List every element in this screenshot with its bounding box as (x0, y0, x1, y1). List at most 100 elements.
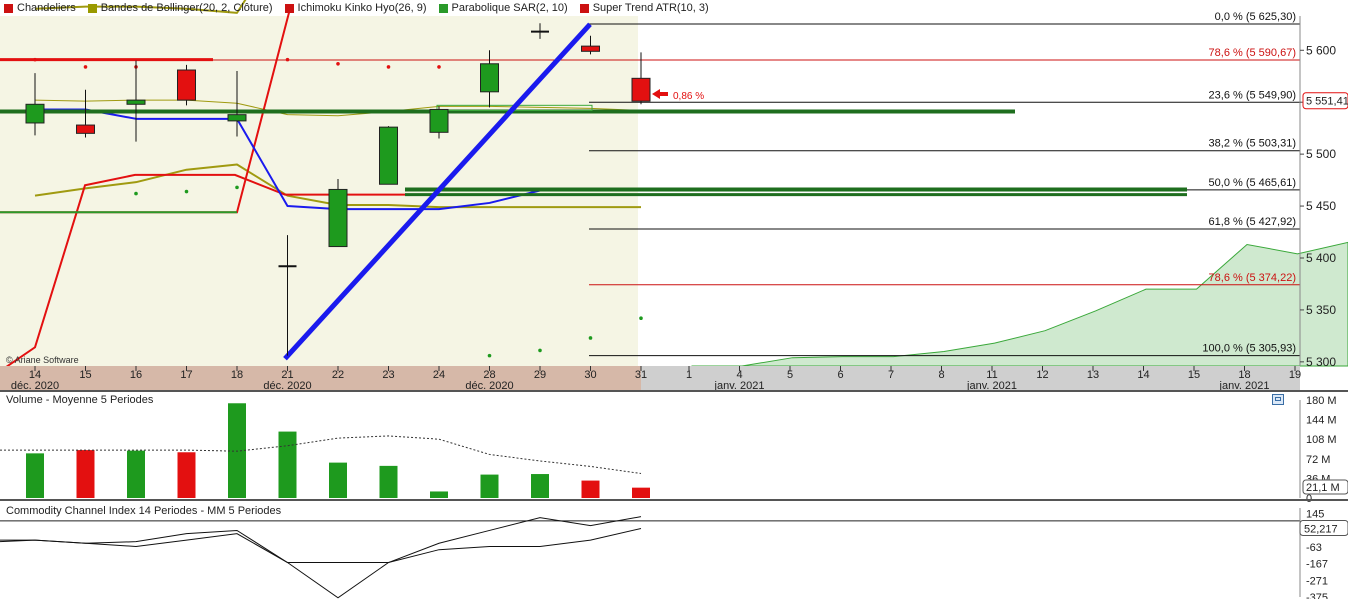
legend-item[interactable]: Ichimoku Kinko Hyo(26, 9) (281, 2, 427, 14)
x-tick-label: 19 (1289, 369, 1301, 381)
cci-last-label: 52,217 (1304, 524, 1338, 536)
change-arrow-icon (652, 89, 660, 99)
candle-body (631, 77, 651, 102)
fibonacci-label: 78,6 % (5 374,22) (1209, 272, 1296, 284)
volume-bar (278, 431, 297, 498)
volume-bar (531, 474, 549, 498)
legend-item[interactable]: Parabolique SAR(2, 10) (435, 2, 568, 14)
volume-bar (480, 474, 499, 498)
x-tick-label: 23 (382, 369, 394, 381)
legend-swatch-icon (579, 3, 589, 13)
candle-body (177, 69, 196, 101)
x-tick-label: 22 (332, 369, 344, 381)
volume-tick-label: 108 M (1306, 434, 1337, 446)
sar-dot (336, 61, 340, 66)
legend-item[interactable]: Super Trend ATR(10, 3) (576, 2, 709, 14)
x-tick-label: 7 (888, 369, 894, 381)
legend-label: Ichimoku Kinko Hyo(26, 9) (297, 2, 427, 14)
volume-bar (379, 465, 398, 498)
sar-dot (639, 316, 643, 321)
sar-dot (184, 189, 189, 194)
x-tick-label: 12 (1036, 369, 1048, 381)
x-tick-label: 29 (534, 369, 546, 381)
fibonacci-label: 23,6 % (5 549,90) (1209, 89, 1296, 101)
sar-dot (538, 348, 542, 353)
change-label: 0,86 % (673, 91, 704, 102)
y-tick-label: 5 450 (1306, 199, 1336, 213)
y-tick-label: 5 300 (1306, 355, 1336, 369)
cci-tick-label: 145 (1306, 509, 1324, 521)
sar-dot (33, 57, 37, 62)
fibonacci-label: 38,2 % (5 503,31) (1209, 138, 1296, 150)
volume-bar (632, 487, 650, 498)
legend-label: Parabolique SAR(2, 10) (451, 2, 568, 14)
legend-item[interactable]: Bandes de Bollinger(20, 2, Clôture) (84, 2, 273, 14)
volume-bar (430, 491, 448, 498)
candle-body (429, 108, 449, 133)
cci-tick-label: -271 (1306, 575, 1328, 587)
sar-dot (235, 185, 239, 190)
x-tick-label: 16 (130, 369, 142, 381)
cci-panel-title: Commodity Channel Index 14 Periodes - MM… (6, 505, 282, 517)
candle-body (581, 45, 600, 52)
volume-bar (26, 453, 44, 498)
volume-bar (581, 480, 600, 498)
legend-swatch-icon (438, 3, 448, 13)
y-tick-label: 5 600 (1306, 43, 1336, 57)
fibonacci-label: 0,0 % (5 625,30) (1215, 11, 1296, 23)
legend-label: Chandeliers (17, 2, 76, 14)
legend-label: Super Trend ATR(10, 3) (592, 2, 709, 14)
x-tick-label: 1 (686, 369, 692, 381)
cci-tick-label: -167 (1306, 559, 1328, 571)
candle-body (126, 99, 146, 105)
x-tick-label: 15 (79, 369, 91, 381)
sar-dot (285, 57, 290, 62)
x-tick-label: 18 (231, 369, 243, 381)
volume-tick-label: 180 M (1306, 395, 1337, 407)
legend-label: Bandes de Bollinger(20, 2, Clôture) (100, 2, 273, 14)
fibonacci-label: 61,8 % (5 427,92) (1209, 216, 1296, 228)
legend-swatch-icon (4, 3, 13, 13)
candle-body (328, 188, 348, 248)
volume-last-label: 21,1 M (1306, 482, 1340, 494)
sar-dot (437, 65, 441, 69)
candle-body (25, 103, 45, 124)
y-tick-label: 5 400 (1306, 251, 1336, 265)
volume-panel-title: Volume - Moyenne 5 Periodes (6, 394, 154, 406)
sar-dot (386, 65, 391, 69)
x-tick-label: 6 (837, 369, 843, 381)
x-tick-label: 31 (635, 369, 647, 381)
candle-body (379, 126, 398, 185)
maximize-panel-button[interactable] (1272, 394, 1284, 405)
volume-bar (127, 450, 145, 498)
legend-swatch-icon (87, 3, 97, 13)
credit-text: © Ariane Software (6, 355, 79, 365)
x-tick-label: 15 (1188, 369, 1200, 381)
volume-bar (76, 450, 95, 498)
legend-item[interactable]: Chandeliers (0, 2, 76, 14)
volume-tick-label: 144 M (1306, 415, 1337, 427)
legend-swatch-icon (284, 3, 294, 13)
sar-dot (83, 65, 88, 69)
candle-body (76, 124, 95, 134)
x-tick-label: 30 (584, 369, 596, 381)
x-tick-label: 5 (787, 369, 793, 381)
y-tick-label: 5 500 (1306, 147, 1336, 161)
volume-tick-label: 72 M (1306, 454, 1330, 466)
last-price-label: 5 551,41 (1306, 96, 1348, 108)
x-tick-label: 17 (180, 369, 192, 381)
cci-ma-line (0, 528, 642, 564)
volume-bar (329, 462, 347, 498)
volume-bar (228, 403, 246, 498)
fibonacci-label: 78,6 % (5 590,67) (1209, 47, 1296, 59)
volume-ma-line (0, 435, 642, 474)
candle-body (227, 114, 247, 122)
sar-dot (134, 191, 138, 196)
sar-dot (487, 353, 492, 358)
x-tick-label: 13 (1087, 369, 1099, 381)
cci-tick-label: -375 (1306, 592, 1328, 599)
cci-line (0, 516, 642, 599)
volume-bar (177, 452, 196, 498)
chart-legend: Chandeliers Bandes de Bollinger(20, 2, Cl… (0, 0, 717, 16)
y-tick-label: 5 350 (1306, 303, 1336, 317)
